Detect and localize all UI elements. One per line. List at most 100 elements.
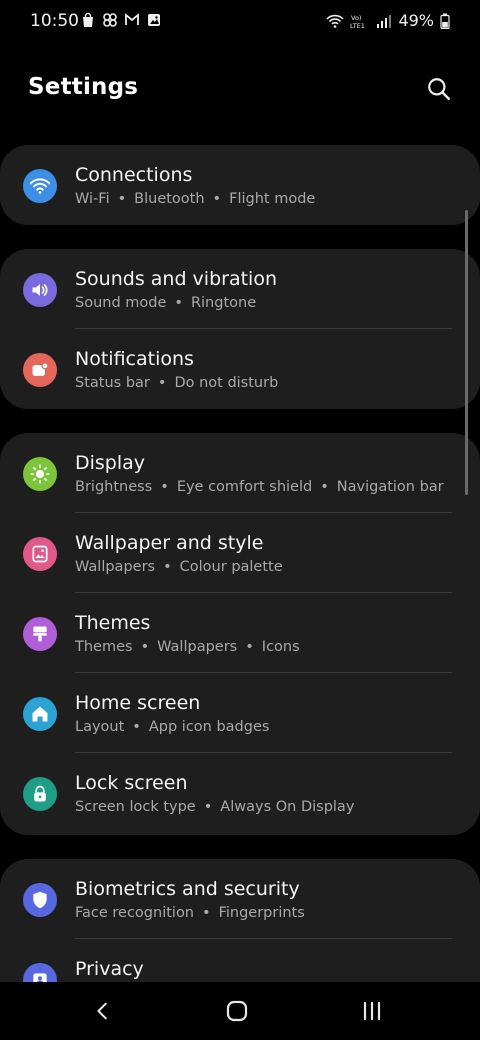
item-title: Themes [75,612,151,634]
dot-separator: • [320,479,329,495]
dot-separator: • [174,295,183,311]
pinwheel-icon [103,13,117,27]
subtitle-part: App icon badges [148,719,270,735]
dot-separator: • [163,559,172,575]
dot-separator: • [202,905,211,921]
subtitle-part: Wi-Fi [75,191,110,207]
item-title: Notifications [75,348,194,370]
subtitle-part: Do not disturb [174,375,279,391]
notification-icons [80,12,162,28]
wifi-icon [29,178,51,194]
wifi-icon [326,14,345,28]
recents-button[interactable] [357,996,387,1026]
back-icon [97,1002,107,1020]
settings-group-security: Biometrics and security Face recognition… [0,859,480,985]
settings-item-connections[interactable]: Connections Wi-Fi • Bluetooth • Flight mode [0,145,480,225]
wallpaper-icon-bg [23,537,57,571]
home-button-icon [226,1000,248,1022]
sounds-icon-bg [23,273,57,307]
dot-separator: • [160,479,169,495]
item-title: Privacy [75,958,144,980]
header: Settings [28,74,452,108]
home-screen-icon-bg [23,697,57,731]
display-icon-bg [23,457,57,491]
notifications-icon-bg [23,353,57,387]
dot-separator: • [212,191,222,207]
settings-item-lock-screen[interactable]: Lock screen Screen lock type • Always On D… [0,753,480,833]
search-icon[interactable] [426,76,452,102]
volume-icon [32,284,48,296]
settings-group-display: Display Brightness • Eye comfort shield • Na… [0,433,480,835]
subtitle-part: Screen lock type [75,799,196,815]
settings-item-biometrics[interactable]: Biometrics and security Face recognition… [0,859,480,939]
settings-item-notifications[interactable]: Notifications Status bar • Do not disturb [0,329,480,409]
status-right: Vo) LTE1 49% [326,11,450,30]
item-subtitle: Face recognition • Fingerprints [75,905,305,921]
subtitle-part: Always On Display [220,799,355,815]
settings-group-connections: Connections Wi-Fi • Bluetooth • Flight mode [0,145,480,225]
item-title: Sounds and vibration [75,268,277,290]
settings-item-themes[interactable]: Themes Themes • Wallpapers • Icons [0,593,480,673]
battery-percentage: 49% [398,11,434,30]
settings-item-display[interactable]: Display Brightness • Eye comfort shield • Na… [0,433,480,513]
subtitle-part: Navigation bar [336,479,444,495]
back-button[interactable] [88,996,118,1026]
subtitle-part: Sound mode [75,295,167,311]
subtitle-part: Icons [261,639,300,655]
subtitle-part: Layout [75,719,125,735]
subtitle-part: Wallpapers [75,559,156,575]
item-title: Connections [75,164,193,186]
subtitle-part: Fingerprints [218,905,305,921]
status-time: 10:50 [30,11,79,31]
item-subtitle: Sound mode • Ringtone [75,295,256,311]
dot-separator: • [203,799,213,815]
home-icon [32,706,48,722]
subtitle-part: Colour palette [179,559,283,575]
item-subtitle: Layout • App icon badges [75,719,269,735]
themes-icon-bg [23,617,57,651]
settings-item-sounds[interactable]: Sounds and vibration Sound mode • Ringtone [0,249,480,329]
dot-separator: • [140,639,150,655]
volte-icon: Vo)LTE1 [350,14,365,29]
subtitle-part: Brightness [75,479,153,495]
item-subtitle: Wi-Fi • Bluetooth • Flight mode [75,191,315,207]
dot-separator: • [157,375,167,391]
connections-icon-bg [23,169,57,203]
settings-item-privacy[interactable]: Privacy [0,939,480,985]
scrollbar[interactable] [465,210,468,495]
subtitle-part: Themes [75,639,133,655]
svg-text:Vo): Vo) [351,14,361,22]
dot-separator: • [117,191,127,207]
subtitle-part: Status bar [75,375,150,391]
item-subtitle: Wallpapers • Colour palette [75,559,283,575]
recents-icon [363,1001,381,1021]
home-button[interactable] [222,996,252,1026]
shopping-bag-icon [83,12,93,27]
gallery-icon [148,14,160,26]
status-bar: 10:50 Vo) LTE1 49% [0,0,480,42]
signal-icon [377,14,392,28]
subtitle-part: Ringtone [190,295,257,311]
item-title: Home screen [75,692,201,714]
lock-screen-icon-bg [23,777,57,811]
settings-item-wallpaper[interactable]: Wallpaper and style Wallpapers • Colour pa… [0,513,480,593]
shield-icon [33,891,47,909]
page-title: Settings [28,74,139,100]
wallpaper-icon [32,545,48,563]
item-subtitle: Screen lock type • Always On Display [75,799,354,815]
dot-separator: • [132,719,141,735]
settings-item-home-screen[interactable]: Home screen Layout • App icon badges [0,673,480,753]
brightness-icon [30,464,50,484]
dot-separator: • [245,639,254,655]
gmail-icon [125,13,139,25]
item-title: Lock screen [75,772,188,794]
subtitle-part: Flight mode [229,191,316,207]
notification-icon [32,362,49,376]
settings-group-sound-notif: Sounds and vibration Sound mode • Ringtone… [0,249,480,409]
item-subtitle: Status bar • Do not disturb [75,375,278,391]
subtitle-part: Wallpapers [157,639,238,655]
lock-icon [34,785,46,802]
item-title: Biometrics and security [75,878,300,900]
item-title: Display [75,452,146,474]
navigation-bar [0,982,480,1040]
